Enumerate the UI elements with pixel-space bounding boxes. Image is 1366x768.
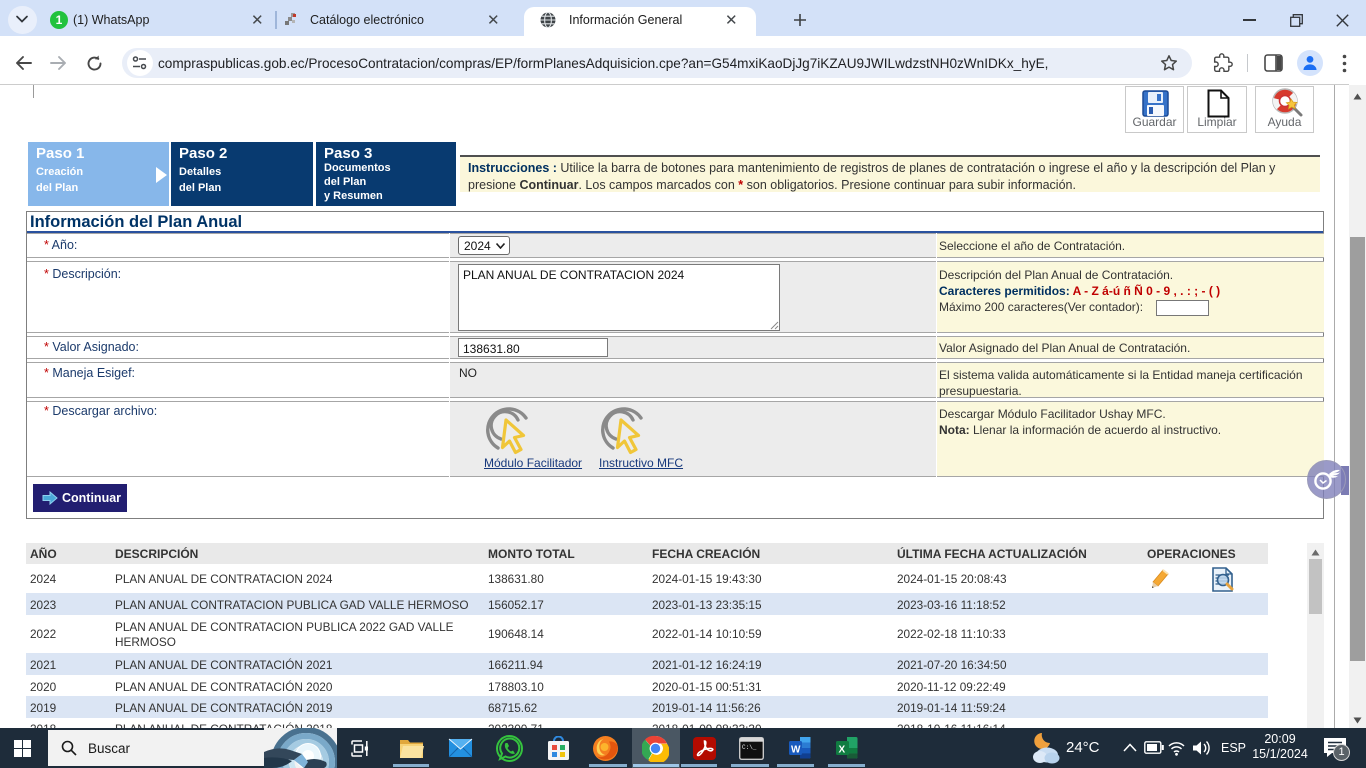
svg-text:X: X <box>839 745 846 756</box>
svg-text:W: W <box>791 745 801 756</box>
svg-text:C:\_: C:\_ <box>742 744 757 751</box>
